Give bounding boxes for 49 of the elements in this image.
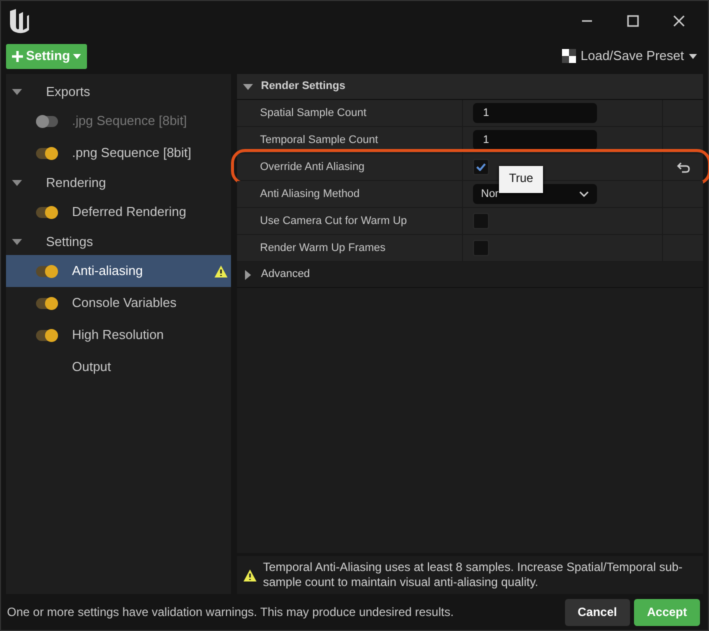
reset-arrow-icon[interactable] xyxy=(676,162,690,172)
app-logo-icon xyxy=(7,8,31,34)
property-label: Override Anti Aliasing xyxy=(237,154,463,180)
tree-group[interactable]: Settings xyxy=(6,228,231,255)
status-message: One or more settings have validation warnings. This may produce undesired results. xyxy=(7,604,454,621)
checkbox[interactable] xyxy=(473,213,489,229)
enable-toggle[interactable] xyxy=(36,266,58,276)
cancel-button[interactable]: Cancel xyxy=(564,598,630,626)
tree-item[interactable]: Output xyxy=(6,351,231,383)
tree-item[interactable]: High Resolution xyxy=(6,319,231,351)
chevron-icon xyxy=(579,191,589,197)
enable-toggle[interactable] xyxy=(36,298,58,308)
property-label: Temporal Sample Count xyxy=(237,127,463,153)
warning-message: Temporal Anti-Aliasing uses at least 8 samples. Increase Spatial/Temporal sub-sample count to maintain visual anti-aliasing quality. xyxy=(263,560,684,590)
enable-toggle[interactable] xyxy=(36,206,58,218)
expand-caret-icon[interactable] xyxy=(12,178,22,188)
enable-toggle[interactable] xyxy=(36,116,58,126)
plus-icon xyxy=(12,50,23,62)
close-icon xyxy=(673,15,685,27)
expand-caret-icon[interactable] xyxy=(243,270,253,280)
property-label: Render Warm Up Frames xyxy=(237,235,463,261)
property-label: Use Camera Cut for Warm Up xyxy=(237,208,463,234)
checker-icon xyxy=(562,49,576,63)
checkbox[interactable] xyxy=(473,159,489,175)
tree-item[interactable]: Deferred Rendering xyxy=(6,196,231,228)
preset-button[interactable]: Load/Save Preset xyxy=(556,45,703,67)
property-label: Spatial Sample Count xyxy=(237,100,463,126)
caret-icon xyxy=(73,54,82,58)
tree-group[interactable]: Exports xyxy=(6,78,231,105)
expand-caret-icon[interactable] xyxy=(12,236,22,246)
tree-item[interactable]: .jpg Sequence [8bit] xyxy=(6,105,231,137)
section-header[interactable]: Render Settings xyxy=(237,74,703,100)
expand-caret-icon[interactable] xyxy=(243,82,253,92)
checkmark-icon xyxy=(476,163,486,171)
property-label: Anti Aliasing Method xyxy=(237,181,463,207)
tree-item[interactable]: Anti-aliasing xyxy=(6,255,231,287)
enable-toggle[interactable] xyxy=(36,330,58,340)
tooltip: True xyxy=(499,166,544,193)
caret-icon xyxy=(689,54,697,58)
checkbox[interactable] xyxy=(473,240,489,256)
tree-group[interactable]: Rendering xyxy=(6,169,231,196)
warning-icon xyxy=(243,568,257,582)
tree-item[interactable]: Console Variables xyxy=(6,287,231,319)
number-field[interactable]: 1 xyxy=(473,103,597,123)
maximize-icon xyxy=(627,15,639,27)
enable-toggle[interactable] xyxy=(36,148,58,158)
expand-caret-icon[interactable] xyxy=(12,86,22,96)
number-field[interactable]: 1 xyxy=(473,130,597,150)
tree-item[interactable]: .png Sequence [8bit] xyxy=(6,137,231,169)
